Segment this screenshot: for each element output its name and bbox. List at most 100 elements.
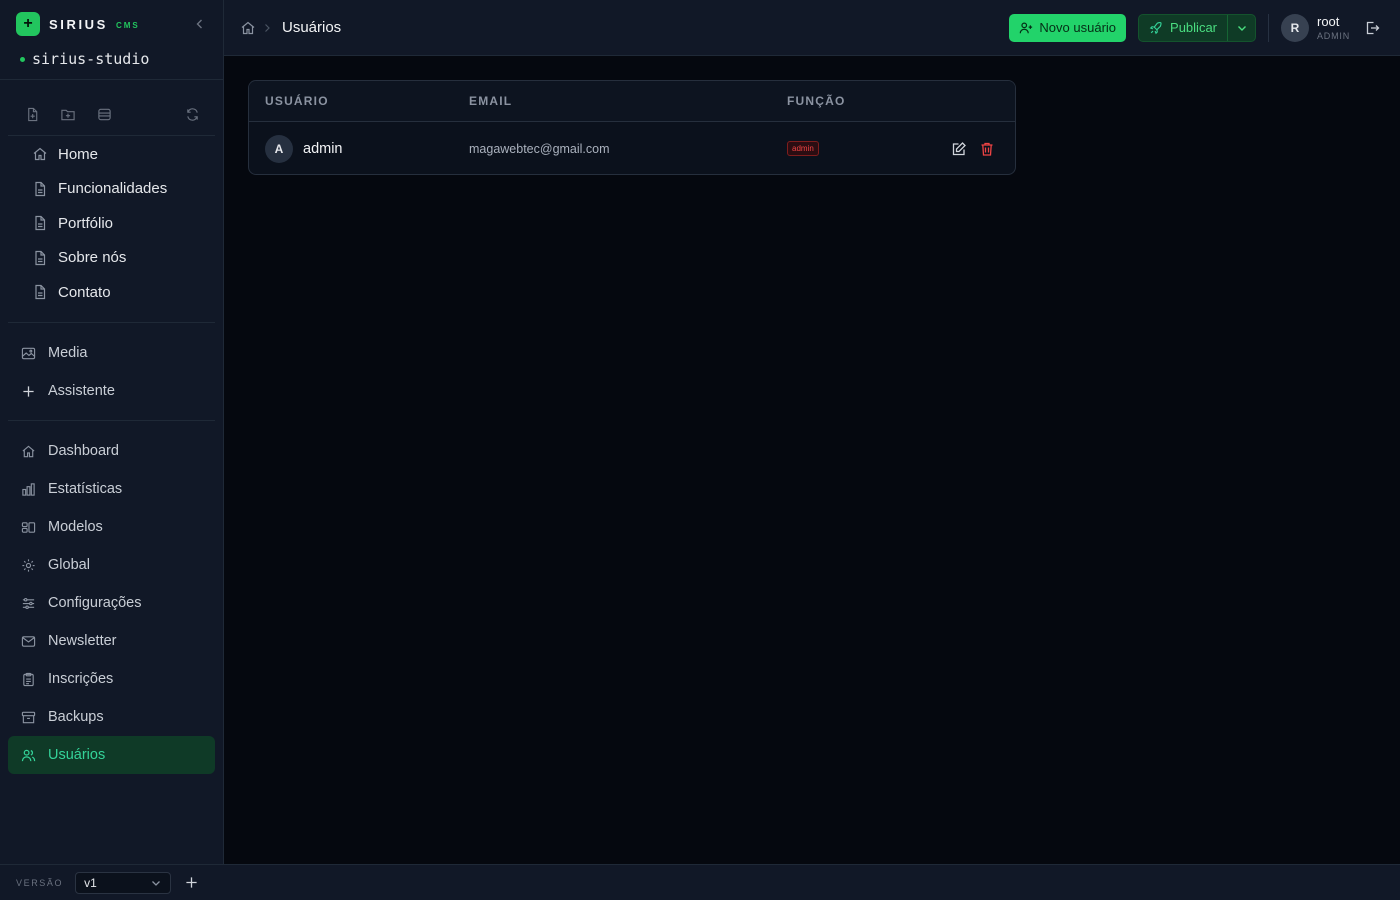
file-icon [35,216,46,231]
divider [0,79,223,80]
users-table: USUÁRIO EMAIL FUNÇÃO A admin magawebtec@… [248,80,1016,175]
nav-item-label: Usuários [48,747,106,763]
file-plus-icon [27,107,37,121]
pages-list: Home Funcionalidades Portfólio Sobre nós… [28,137,218,310]
column-header-role: FUNÇÃO [787,94,846,108]
nav-item-media[interactable]: Media [8,334,215,372]
column-header-user: USUÁRIO [265,94,329,108]
chevron-down-icon [1237,25,1246,31]
nav-item-label: Assistente [48,383,115,399]
new-folder-button[interactable] [58,104,78,124]
version-select[interactable]: v1 [75,871,172,894]
nav-item-configuracoes[interactable]: Configurações [8,584,215,622]
page-item-home[interactable]: Home [28,137,218,172]
nav-item-label: Global [48,557,90,573]
project-selector[interactable]: sirius-studio [20,48,149,70]
page-item-contato[interactable]: Contato [28,275,218,310]
user-plus-icon [1020,21,1033,33]
logout-icon[interactable] [1364,20,1380,36]
image-icon [21,347,35,359]
chevron-left-icon [196,19,202,29]
version-label: VERSÃO [16,877,64,888]
nav-item-label: Inscrições [48,671,114,687]
collection-button[interactable] [94,104,114,124]
page-item-label: Sobre nós [58,249,127,267]
divider [8,135,215,136]
avatar: A [265,134,293,163]
nav-item-label: Backups [48,709,104,725]
publish-button[interactable]: Publicar [1139,15,1227,41]
user-menu[interactable]: R root ADMIN [1281,13,1350,42]
brand-logo-icon: + [16,12,40,36]
nav-item-dashboard[interactable]: Dashboard [8,432,215,470]
nav-item-newsletter[interactable]: Newsletter [8,622,215,660]
models-icon [21,521,35,533]
brand-row: + SIRIUS CMS [16,12,209,36]
nav-item-global[interactable]: Global [8,546,215,584]
refresh-icon [186,107,198,121]
page-item-funcionalidades[interactable]: Funcionalidades [28,172,218,207]
home-icon [22,445,34,457]
version-footer: VERSÃO v1 [0,864,1400,900]
edit-icon[interactable] [951,141,967,157]
nav-item-label: Configurações [48,595,142,611]
version-value: v1 [84,875,97,890]
email-cell: magawebtec@gmail.com [469,141,610,156]
top-header: Usuários Novo usuário Publicar R root AD… [224,0,1400,56]
page-item-sobre-nos[interactable]: Sobre nós [28,241,218,276]
role-badge: admin [787,141,819,156]
clipboard-icon [22,672,34,686]
nav-item-inscricoes[interactable]: Inscrições [8,660,215,698]
nav-item-modelos[interactable]: Modelos [8,508,215,546]
page-item-label: Portfólio [58,214,114,232]
divider [8,420,215,421]
sidebar: + SIRIUS CMS sirius-studio Home Funciona… [0,0,224,864]
sparkle-icon [22,385,34,397]
file-icon [35,285,46,300]
add-version-button[interactable] [183,875,199,891]
header-divider [1268,13,1269,42]
user-name: root [1317,13,1340,29]
chevron-down-icon [152,880,161,886]
gear-icon [21,558,35,572]
nav-item-backups[interactable]: Backups [8,698,215,736]
nav-item-label: Estatísticas [48,481,123,497]
archive-icon [21,711,35,723]
new-user-button[interactable]: Novo usuário [1009,13,1127,42]
avatar: R [1281,13,1309,42]
nav-item-estatisticas[interactable]: Estatísticas [8,470,215,508]
nav-item-usuarios[interactable]: Usuários [8,736,215,774]
page-item-label: Contato [58,283,111,301]
nav-item-label: Modelos [48,519,103,535]
tools-nav: Media Assistente [8,334,215,410]
file-icon [35,250,46,265]
new-user-label: Novo usuário [1039,20,1117,35]
database-icon [97,108,111,120]
plus-icon [186,877,197,888]
bar-chart-icon [21,482,35,496]
page-title: Usuários [282,19,342,36]
page-item-portfolio[interactable]: Portfólio [28,206,218,241]
refresh-button[interactable] [182,104,202,124]
breadcrumb-home-icon[interactable] [240,20,256,36]
mail-icon [21,635,35,647]
brand-name: SIRIUS [49,16,108,32]
nav-item-label: Newsletter [48,633,117,649]
nav-item-assistente[interactable]: Assistente [8,372,215,410]
publish-options-button[interactable] [1227,14,1255,41]
collapse-sidebar-button[interactable] [191,15,209,33]
users-icon [21,749,35,761]
page-item-label: Funcionalidades [58,180,168,198]
chevron-right-icon [265,23,270,32]
trash-icon[interactable] [979,141,995,157]
brand-subtitle: CMS [115,20,140,30]
new-page-button[interactable] [22,104,42,124]
publish-label: Publicar [1170,20,1217,35]
pages-toolbar [22,104,202,124]
nav-item-label: Dashboard [48,443,119,459]
file-icon [35,181,46,196]
folder-plus-icon [61,109,75,120]
column-header-email: EMAIL [469,94,513,108]
user-name-cell: admin [303,140,343,157]
table-row: A admin magawebtec@gmail.com admin [249,122,1015,174]
